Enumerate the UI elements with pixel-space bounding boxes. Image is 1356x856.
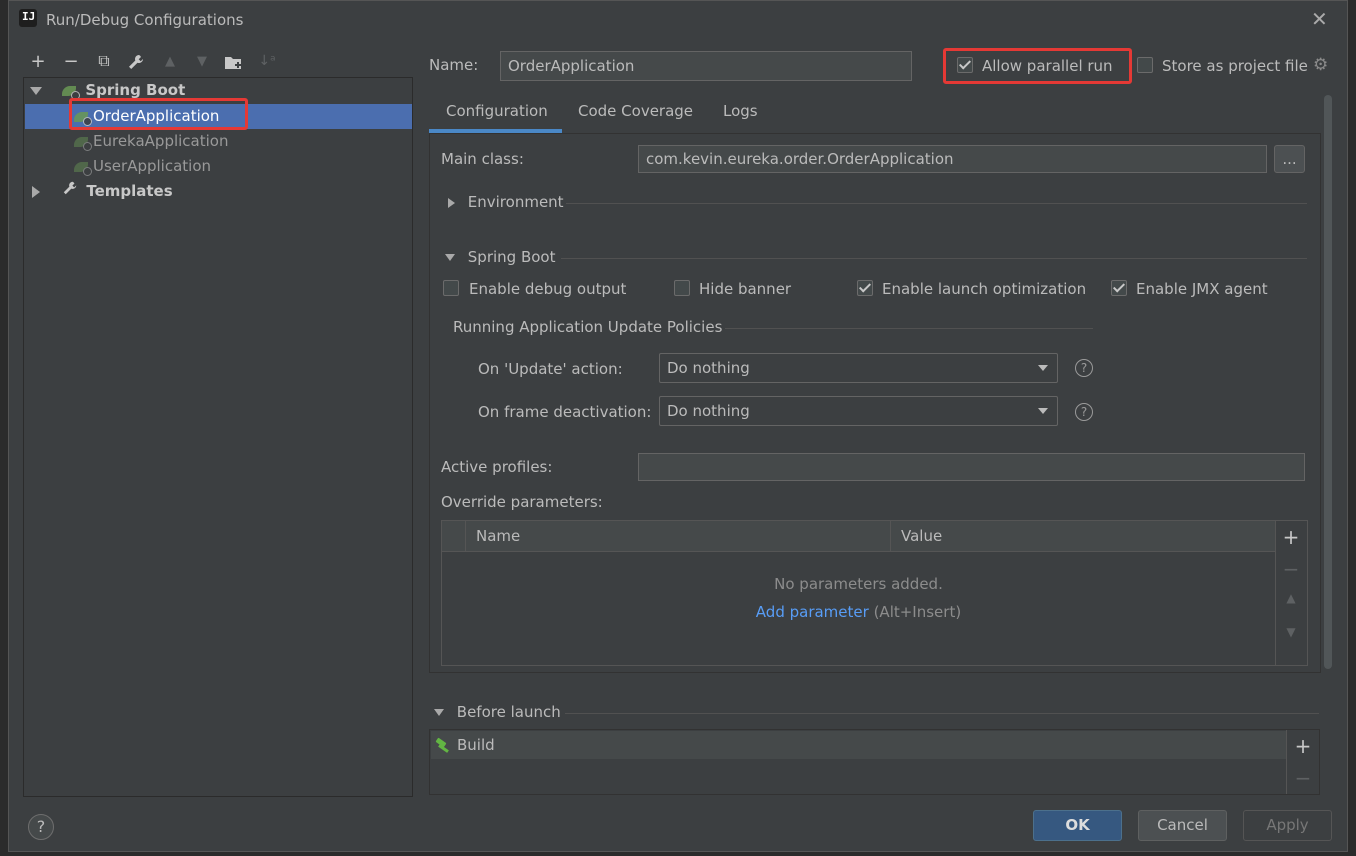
- active-tab-indicator: [429, 129, 562, 133]
- spring-boot-app-icon: [74, 161, 92, 176]
- column-header-value[interactable]: Value: [901, 527, 942, 545]
- spring-boot-app-icon: [74, 136, 92, 151]
- update-policies-label: Running Application Update Policies: [453, 318, 723, 336]
- environment-section[interactable]: Environment: [448, 193, 564, 211]
- collapse-arrow-icon[interactable]: [448, 197, 455, 208]
- ok-button[interactable]: OK: [1033, 810, 1122, 841]
- on-frame-select[interactable]: Do nothing: [659, 396, 1058, 426]
- main-class-input[interactable]: com.kevin.eureka.order.OrderApplication: [638, 145, 1267, 173]
- move-up-icon[interactable]: ▲: [159, 54, 181, 69]
- tree-item-label: UserApplication: [93, 157, 212, 175]
- add-config-button[interactable]: +: [27, 51, 49, 72]
- highlight-box-allow-parallel: [943, 48, 1132, 84]
- tree-group-templates[interactable]: Templates: [32, 179, 173, 204]
- intellij-icon: IJ: [18, 8, 38, 28]
- active-profiles-input[interactable]: [638, 453, 1305, 481]
- override-parameters-label: Override parameters:: [441, 493, 603, 511]
- build-task-label: Build: [457, 736, 495, 754]
- update-policies-separator: [725, 328, 1093, 329]
- spring-boot-section[interactable]: Spring Boot: [445, 248, 555, 266]
- help-button[interactable]: ?: [28, 814, 54, 840]
- override-parameters-table: Name Value No parameters added. Add para…: [441, 520, 1308, 666]
- tab-configuration[interactable]: Configuration: [446, 102, 548, 120]
- tree-templates-label: Templates: [86, 182, 173, 200]
- before-launch-section[interactable]: Before launch: [434, 703, 561, 721]
- move-up-icon[interactable]: ▲: [1281, 591, 1301, 605]
- tree-group-label: Spring Boot: [85, 81, 186, 99]
- expand-arrow-icon[interactable]: [445, 254, 455, 261]
- apply-button[interactable]: Apply: [1243, 810, 1332, 841]
- help-icon[interactable]: ?: [1075, 359, 1093, 377]
- collapse-arrow-icon[interactable]: [32, 185, 40, 198]
- active-profiles-label: Active profiles:: [441, 458, 553, 476]
- environment-separator: [566, 203, 1307, 204]
- add-parameter-button[interactable]: +: [1281, 525, 1301, 549]
- column-header-name[interactable]: Name: [476, 527, 520, 545]
- add-parameter-row: Add parameter (Alt+Insert): [442, 603, 1275, 621]
- help-icon[interactable]: ?: [1075, 403, 1093, 421]
- store-as-project-file-checkbox[interactable]: [1137, 57, 1153, 73]
- before-launch-separator: [565, 713, 1319, 714]
- gear-icon[interactable]: ⚙: [1313, 57, 1329, 74]
- title-bar[interactable]: IJ Run/Debug Configurations ✕: [9, 1, 1347, 39]
- hammer-icon: [435, 739, 451, 753]
- tree-item-eureka-application[interactable]: EurekaApplication: [74, 129, 228, 154]
- remove-config-button[interactable]: −: [60, 51, 82, 72]
- enable-jmx-agent-checkbox[interactable]: [1111, 280, 1127, 296]
- add-task-button[interactable]: +: [1293, 734, 1313, 758]
- remove-parameter-button[interactable]: −: [1281, 557, 1301, 581]
- on-update-label: On 'Update' action:: [478, 360, 623, 378]
- highlight-box-order-application: [69, 98, 248, 130]
- store-as-project-file-label[interactable]: Store as project file: [1162, 57, 1308, 75]
- empty-table-text: No parameters added.: [774, 575, 943, 593]
- hide-banner-checkbox[interactable]: [674, 280, 690, 296]
- before-launch-label: Before launch: [456, 703, 561, 721]
- on-update-select[interactable]: Do nothing: [659, 353, 1058, 383]
- add-parameter-link[interactable]: Add parameter: [756, 603, 869, 621]
- remove-task-button[interactable]: −: [1293, 766, 1313, 790]
- list-item[interactable]: Build: [431, 731, 1286, 759]
- tree-item-user-application[interactable]: UserApplication: [74, 154, 211, 179]
- enable-launch-optimization-checkbox[interactable]: [857, 280, 873, 296]
- move-down-icon[interactable]: ▼: [1281, 625, 1301, 639]
- tab-logs[interactable]: Logs: [723, 102, 758, 120]
- enable-debug-output-label[interactable]: Enable debug output: [469, 280, 626, 298]
- move-down-icon[interactable]: ▼: [191, 54, 213, 69]
- name-input[interactable]: OrderApplication: [500, 51, 912, 81]
- on-frame-label: On frame deactivation:: [478, 403, 652, 421]
- run-debug-dialog: IJ Run/Debug Configurations ✕ + − ⧉ ▲ ▼ …: [8, 0, 1348, 852]
- browse-main-class-button[interactable]: ...: [1274, 145, 1305, 173]
- expand-arrow-icon[interactable]: [434, 709, 444, 716]
- close-icon[interactable]: ✕: [1311, 7, 1328, 31]
- wrench-icon: [62, 179, 78, 204]
- add-parameter-hint: (Alt+Insert): [873, 603, 962, 621]
- config-tree: Spring Boot OrderApplication EurekaAppli…: [23, 77, 413, 797]
- on-frame-value: Do nothing: [667, 402, 750, 420]
- before-launch-list: Build + −: [429, 729, 1320, 795]
- tab-code-coverage[interactable]: Code Coverage: [578, 102, 693, 120]
- spring-boot-separator: [561, 258, 1307, 259]
- environment-label: Environment: [467, 193, 564, 211]
- enable-debug-output-checkbox[interactable]: [443, 280, 459, 296]
- chevron-down-icon: [1038, 408, 1048, 414]
- enable-launch-optimization-label[interactable]: Enable launch optimization: [882, 280, 1086, 298]
- vertical-scrollbar[interactable]: [1324, 95, 1332, 669]
- enable-jmx-agent-label[interactable]: Enable JMX agent: [1136, 280, 1268, 298]
- expand-arrow-icon[interactable]: [30, 86, 42, 95]
- on-update-value: Do nothing: [667, 359, 750, 377]
- chevron-down-icon: [1038, 365, 1048, 371]
- tree-item-label: EurekaApplication: [93, 132, 229, 150]
- window-title: Run/Debug Configurations: [46, 11, 244, 29]
- name-label: Name:: [429, 56, 479, 74]
- new-folder-icon[interactable]: [223, 53, 245, 76]
- sort-icon[interactable]: ↓ᵃ: [256, 53, 278, 69]
- main-class-label: Main class:: [441, 150, 524, 168]
- spring-boot-label: Spring Boot: [467, 248, 556, 266]
- cancel-button[interactable]: Cancel: [1138, 810, 1227, 841]
- spring-boot-icon: [61, 85, 80, 100]
- hide-banner-label[interactable]: Hide banner: [699, 280, 791, 298]
- copy-config-icon[interactable]: ⧉: [93, 51, 115, 71]
- wrench-icon[interactable]: [125, 53, 147, 75]
- table-header: Name Value: [442, 521, 1275, 552]
